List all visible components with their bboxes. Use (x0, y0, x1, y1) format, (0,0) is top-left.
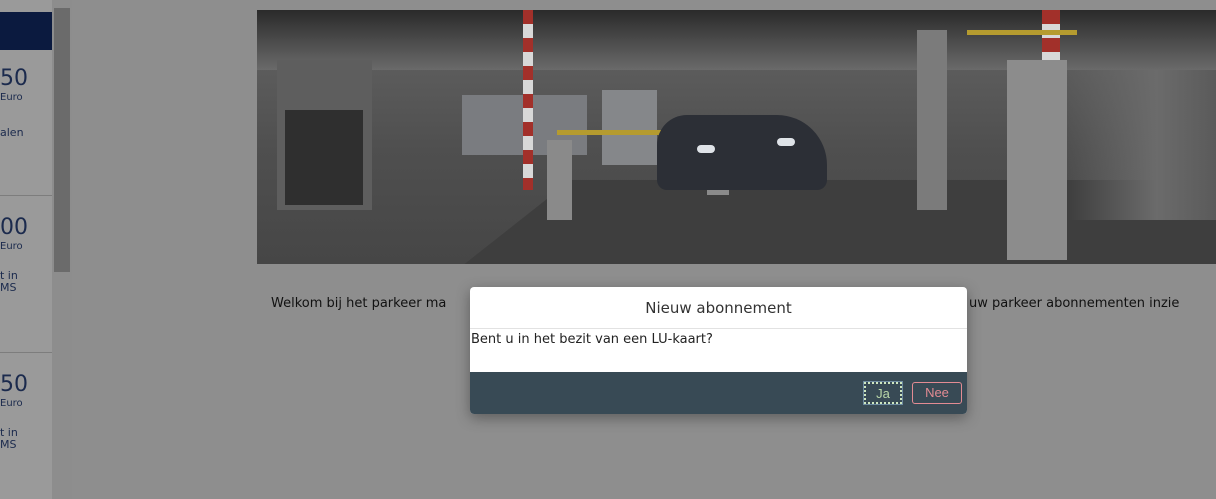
welcome-text-right: uw parkeer abonnementen inzie (969, 296, 1180, 311)
card-description: t in MS (0, 426, 18, 451)
dialog-title: Nieuw abonnement (470, 287, 967, 329)
exit-column (1007, 60, 1067, 260)
card-description: alen (0, 126, 24, 139)
yes-button[interactable]: Ja (863, 381, 903, 405)
barrier-post (547, 140, 572, 220)
barrier-arm (967, 30, 1077, 35)
dialog-footer: Ja Nee (470, 372, 967, 414)
scrollbar-thumb[interactable] (54, 8, 70, 272)
subscription-card[interactable]: 50 Euro alen (0, 68, 52, 139)
wall-poster (602, 90, 657, 165)
card-divider (0, 195, 52, 196)
dialog-question: Bent u in het bezit van een LU-kaart? (471, 332, 713, 347)
barrier-pole (523, 10, 533, 190)
card-currency: Euro (0, 398, 23, 409)
garage-ceiling (257, 10, 1216, 70)
welcome-text-left: Welkom bij het parkeer ma (271, 296, 447, 311)
card-description: t in MS (0, 269, 18, 294)
card-price: 00 (0, 215, 28, 240)
subscription-card[interactable]: 00 Euro t in MS (0, 217, 52, 294)
motion-blur-car (1067, 70, 1216, 220)
car (657, 115, 827, 190)
ticket-machine (285, 110, 363, 205)
card-divider (0, 352, 52, 353)
dialog-body: Bent u in het bezit van een LU-kaart? (470, 329, 967, 373)
subscription-card[interactable]: 50 Euro t in MS (0, 374, 52, 451)
card-price: 50 (0, 372, 28, 397)
sidebar: 50 Euro alen 00 Euro t in MS 50 Euro t i… (0, 0, 72, 499)
new-subscription-dialog: Nieuw abonnement Bent u in het bezit van… (470, 287, 967, 414)
card-currency: Euro (0, 92, 23, 103)
card-currency: Euro (0, 241, 23, 252)
car-headlight (697, 145, 715, 153)
sidebar-header-bar (0, 12, 52, 50)
no-button[interactable]: Nee (912, 382, 962, 404)
card-price: 50 (0, 66, 28, 91)
garage-pillar (917, 30, 947, 210)
parking-garage-banner-image (257, 10, 1216, 264)
car-headlight (777, 138, 795, 146)
